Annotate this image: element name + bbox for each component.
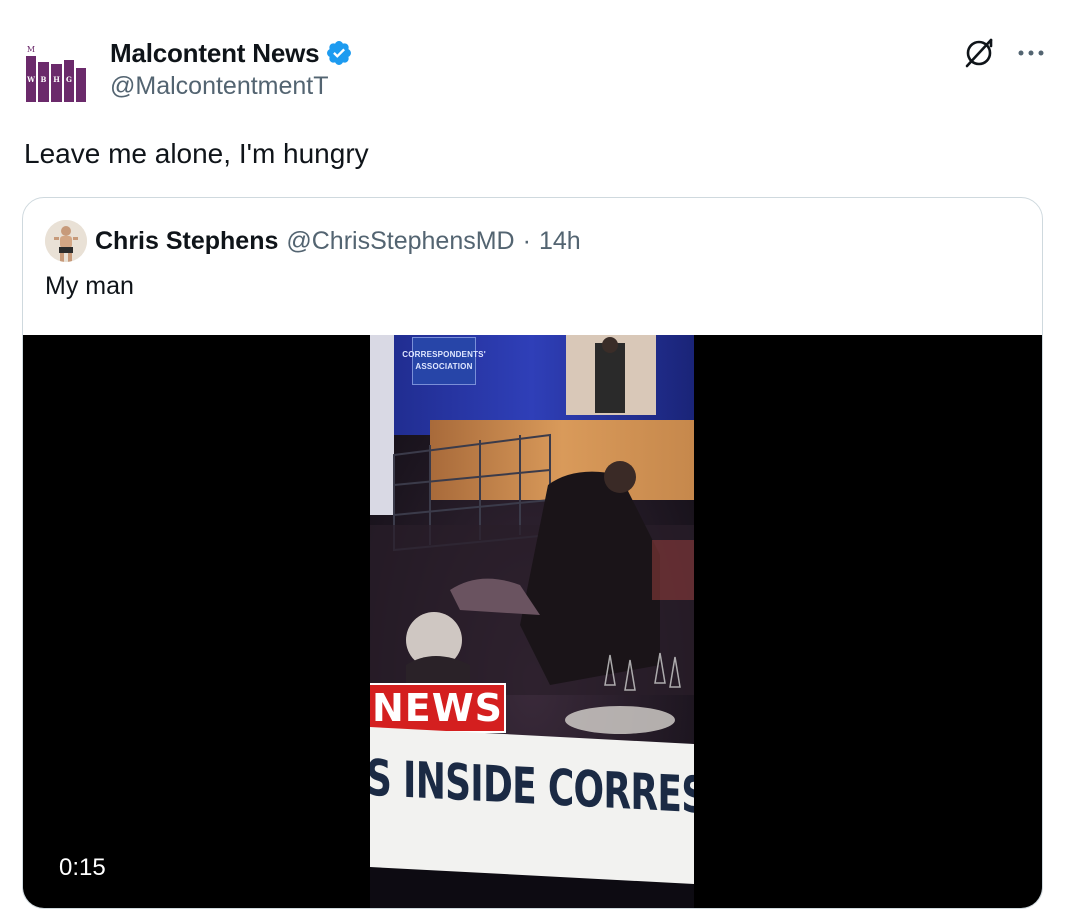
author-avatar[interactable]: W B H G M — [24, 42, 88, 106]
avatar-letter-w: W — [26, 75, 35, 84]
author-display-name[interactable]: Malcontent News — [110, 38, 320, 69]
quoted-author-name[interactable]: Chris Stephens — [95, 227, 278, 256]
banner-line-1: CORRESPONDENTS' — [402, 350, 486, 359]
lower-third-text: S INSIDE CORRESPON — [370, 748, 694, 830]
more-icon[interactable] — [1018, 49, 1044, 57]
news-bug: NEWS — [370, 683, 506, 733]
post-text: Leave me alone, I'm hungry — [24, 138, 369, 169]
quoted-separator: · — [522, 226, 531, 255]
video-duration: 0:15 — [59, 854, 106, 881]
grok-icon[interactable] — [962, 36, 996, 70]
lower-third: S INSIDE CORRESPON — [370, 727, 694, 884]
avatar-letter-g: G — [66, 75, 72, 84]
header-actions — [962, 36, 1044, 70]
quoted-post-text: My man — [45, 272, 134, 300]
display-name-row: Malcontent News — [110, 38, 353, 68]
quoted-author-avatar[interactable] — [45, 220, 87, 262]
quoted-post-header: Chris Stephens @ChrisStephensMD · 14h — [45, 220, 581, 262]
quoted-timestamp[interactable]: 14h — [539, 227, 581, 256]
avatar-letter-b: B — [41, 75, 47, 84]
event-banner: CORRESPONDENTS' ASSOCIATION — [402, 337, 486, 385]
news-bug-text: NEWS — [372, 686, 504, 730]
banner-line-2: ASSOCIATION — [415, 362, 473, 371]
avatar-letter-h: H — [53, 75, 60, 84]
quoted-author-handle[interactable]: @ChrisStephensMD — [286, 227, 514, 256]
author-block: Malcontent News @MalcontentmentT — [110, 38, 353, 101]
post-header: W B H G M Malcontent News @Malcontentmen… — [24, 30, 1044, 110]
video-frame: CORRESPONDENTS' ASSOCIATION NEWS S INSID… — [370, 335, 694, 908]
author-handle[interactable]: @MalcontentmentT — [110, 72, 353, 101]
verified-badge-icon[interactable] — [325, 39, 353, 67]
quoted-post-card[interactable]: Chris Stephens @ChrisStephensMD · 14h My… — [22, 197, 1043, 909]
avatar-letter-m: M — [27, 45, 35, 54]
video-player[interactable]: CORRESPONDENTS' ASSOCIATION NEWS S INSID… — [23, 335, 1042, 908]
